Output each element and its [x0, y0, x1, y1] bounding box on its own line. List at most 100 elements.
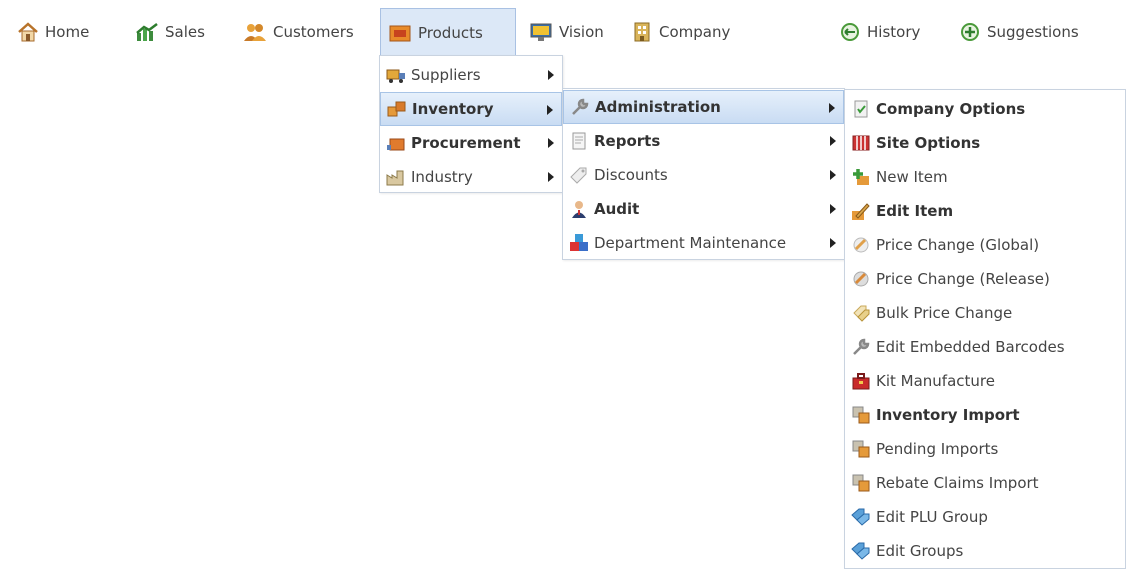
menu-item-price-change-global[interactable]: Price Change (Global): [845, 228, 1125, 262]
menu-item-bulk-price-change[interactable]: Bulk Price Change: [845, 296, 1125, 330]
company-building-icon: [631, 21, 653, 43]
nav-company[interactable]: Company: [624, 8, 739, 56]
home-icon: [17, 21, 39, 43]
menu-item-administration[interactable]: Administration: [563, 90, 844, 124]
submenu-arrow-icon: [548, 70, 554, 80]
menu-item-new-item-label: New Item: [876, 168, 948, 186]
nav-suggestions[interactable]: Suggestions: [952, 8, 1088, 56]
price-change-global-icon: [851, 235, 871, 255]
menu-item-new-item[interactable]: New Item: [845, 160, 1125, 194]
wrench-icon: [851, 337, 871, 357]
menu-item-reports-label: Reports: [594, 132, 661, 150]
import-icon: [851, 473, 871, 493]
history-icon: [839, 21, 861, 43]
menu-item-administration-label: Administration: [595, 98, 721, 116]
nav-company-label: Company: [659, 23, 731, 41]
products-menu: Suppliers Inventory Procurement Industry: [379, 55, 563, 193]
submenu-arrow-icon: [548, 138, 554, 148]
menu-item-company-options[interactable]: Company Options: [845, 92, 1125, 126]
submenu-arrow-icon: [830, 136, 836, 146]
menu-item-price-change-release[interactable]: Price Change (Release): [845, 262, 1125, 296]
nav-vision[interactable]: Vision: [522, 8, 613, 56]
company-options-icon: [851, 99, 871, 119]
menu-item-site-options[interactable]: Site Options: [845, 126, 1125, 160]
nav-home[interactable]: Home: [10, 8, 98, 56]
submenu-arrow-icon: [547, 105, 553, 115]
inventory-boxes-icon: [387, 99, 407, 119]
customers-icon: [243, 21, 267, 43]
truck-icon: [386, 65, 406, 85]
import-icon: [851, 439, 871, 459]
menu-item-rebate-claims-import[interactable]: Rebate Claims Import: [845, 466, 1125, 500]
menu-item-department-maintenance-label: Department Maintenance: [594, 234, 787, 252]
menu-item-kit-manufacture-label: Kit Manufacture: [876, 372, 995, 390]
menu-item-reports[interactable]: Reports: [563, 124, 844, 158]
menu-item-discounts[interactable]: Discounts: [563, 158, 844, 192]
menu-item-inventory[interactable]: Inventory: [380, 92, 562, 126]
menu-item-price-change-release-label: Price Change (Release): [876, 270, 1050, 288]
menu-item-price-change-global-label: Price Change (Global): [876, 236, 1040, 254]
nav-suggestions-label: Suggestions: [987, 23, 1079, 41]
menu-item-procurement[interactable]: Procurement: [380, 126, 562, 160]
menu-item-edit-plu-group-label: Edit PLU Group: [876, 508, 988, 526]
menu-item-edit-plu-group[interactable]: Edit PLU Group: [845, 500, 1125, 534]
menu-item-department-maintenance[interactable]: Department Maintenance: [563, 226, 844, 260]
import-icon: [851, 405, 871, 425]
report-document-icon: [569, 131, 589, 151]
vision-monitor-icon: [529, 21, 553, 43]
menu-item-audit[interactable]: Audit: [563, 192, 844, 226]
menu-item-rebate-claims-import-label: Rebate Claims Import: [876, 474, 1039, 492]
nav-sales[interactable]: Sales: [128, 8, 214, 56]
nav-home-label: Home: [45, 23, 90, 41]
menu-item-edit-groups[interactable]: Edit Groups: [845, 534, 1125, 568]
menu-item-discounts-label: Discounts: [594, 166, 668, 184]
nav-customers-label: Customers: [273, 23, 354, 41]
menu-item-industry[interactable]: Industry: [380, 160, 562, 194]
menu-item-kit-manufacture[interactable]: Kit Manufacture: [845, 364, 1125, 398]
menu-item-inventory-import-label: Inventory Import: [876, 406, 1020, 424]
new-item-plus-icon: [851, 167, 871, 187]
nav-products-label: Products: [418, 23, 483, 42]
menu-item-pending-imports[interactable]: Pending Imports: [845, 432, 1125, 466]
top-navbar: Home Sales Customers Products Vision Com…: [0, 0, 1126, 62]
site-options-icon: [851, 133, 871, 153]
inventory-submenu: Administration Reports Discounts Audit D…: [562, 88, 845, 260]
submenu-arrow-icon: [830, 238, 836, 248]
submenu-arrow-icon: [548, 172, 554, 182]
nav-customers[interactable]: Customers: [236, 8, 363, 56]
procurement-icon: [386, 133, 406, 153]
menu-item-inventory-label: Inventory: [412, 100, 494, 118]
tag-icon: [569, 165, 589, 185]
price-change-release-icon: [851, 269, 871, 289]
wrench-icon: [570, 97, 590, 117]
menu-item-suppliers-label: Suppliers: [411, 66, 481, 84]
nav-products[interactable]: Products: [380, 8, 516, 56]
edit-item-pencil-icon: [851, 201, 871, 221]
submenu-arrow-icon: [829, 103, 835, 113]
nav-sales-label: Sales: [165, 23, 205, 41]
nav-history-label: History: [867, 23, 921, 41]
suggestions-icon: [959, 21, 981, 43]
menu-item-suppliers[interactable]: Suppliers: [380, 58, 562, 92]
menu-item-edit-groups-label: Edit Groups: [876, 542, 964, 560]
menu-item-audit-label: Audit: [594, 200, 640, 218]
toolbox-icon: [851, 371, 871, 391]
menu-item-bulk-price-change-label: Bulk Price Change: [876, 304, 1013, 322]
group-tags-icon: [851, 541, 871, 561]
sales-chart-icon: [135, 21, 159, 43]
administration-submenu: Company Options Site Options New Item Ed…: [844, 89, 1126, 569]
bulk-price-tag-icon: [851, 303, 871, 323]
submenu-arrow-icon: [830, 170, 836, 180]
menu-item-edit-item[interactable]: Edit Item: [845, 194, 1125, 228]
menu-item-procurement-label: Procurement: [411, 134, 521, 152]
auditor-person-icon: [569, 199, 589, 219]
menu-item-industry-label: Industry: [411, 168, 473, 186]
nav-history[interactable]: History: [832, 8, 929, 56]
submenu-arrow-icon: [830, 204, 836, 214]
department-blocks-icon: [569, 233, 589, 253]
industry-factory-icon: [386, 167, 406, 187]
products-box-icon: [388, 22, 412, 44]
menu-item-edit-embedded-barcodes[interactable]: Edit Embedded Barcodes: [845, 330, 1125, 364]
nav-vision-label: Vision: [559, 23, 604, 41]
menu-item-inventory-import[interactable]: Inventory Import: [845, 398, 1125, 432]
